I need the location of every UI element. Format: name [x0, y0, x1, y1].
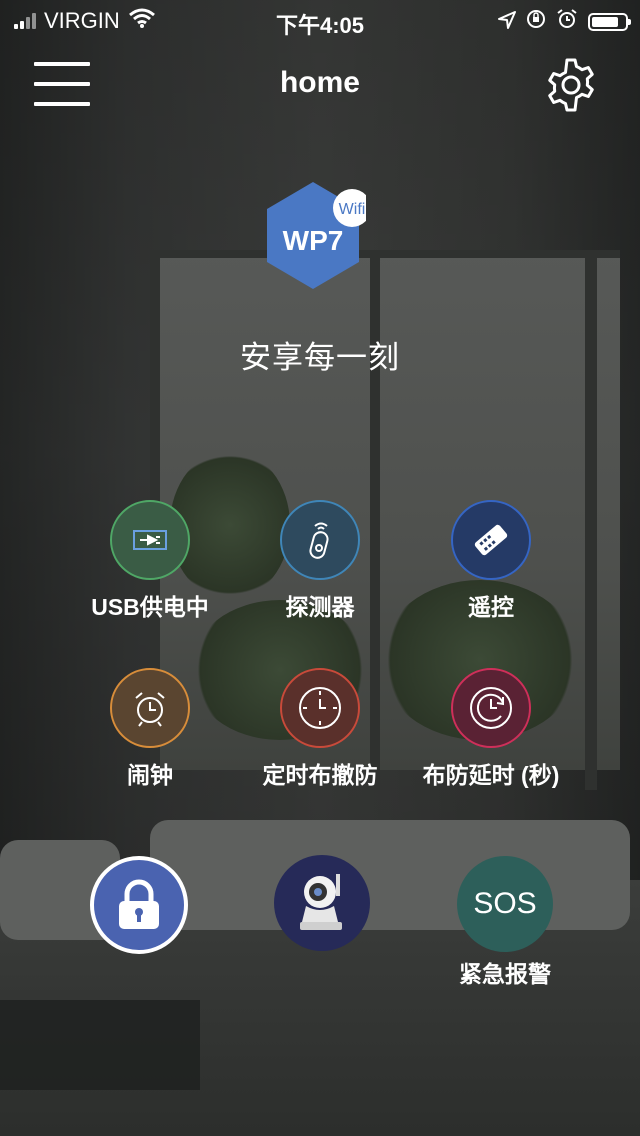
remote-control-button[interactable]: 遥控	[401, 500, 581, 622]
padlock-icon	[119, 879, 159, 929]
arm-delay-button[interactable]: 布防延时 (秒)	[401, 668, 581, 790]
location-icon	[498, 9, 516, 35]
feature-label: 定时布撤防	[262, 762, 378, 788]
tagline: 安享每一刻	[240, 340, 400, 375]
usb-power-button[interactable]: USB供电中	[60, 500, 240, 622]
detector-button[interactable]: 探测器	[230, 500, 410, 622]
sos-text: SOS	[473, 887, 537, 920]
feature-label: 闹钟	[127, 762, 173, 788]
gear-icon[interactable]	[542, 56, 600, 114]
remote-control-icon	[451, 500, 531, 580]
security-camera-icon	[300, 874, 342, 930]
sos-label: 紧急报警	[459, 961, 551, 987]
sos-button[interactable]: SOS	[457, 856, 553, 952]
feature-label: USB供电中	[91, 594, 209, 620]
feature-label: 布防延时 (秒)	[422, 762, 560, 788]
scheduled-arm-button[interactable]: 定时布撤防	[230, 668, 410, 790]
detector-remote-icon	[280, 500, 360, 580]
wp7-wifi-logo: WP7 Wifi	[266, 182, 371, 292]
timer-clock-icon	[280, 668, 360, 748]
battery-icon	[588, 13, 631, 31]
alarm-clock-icon	[110, 668, 190, 748]
camera-button[interactable]	[274, 855, 370, 951]
delay-clock-icon	[451, 668, 531, 748]
alarm-clock-button[interactable]: 闹钟	[60, 668, 240, 790]
alarm-icon	[556, 8, 578, 36]
logo-badge: Wifi	[339, 201, 366, 218]
status-bar: VIRGIN 下午4:05	[0, 0, 640, 40]
feature-label: 遥控	[468, 594, 514, 620]
usb-power-icon	[110, 500, 190, 580]
logo-text: WP7	[283, 225, 344, 256]
rotation-lock-icon	[526, 9, 546, 35]
lock-button[interactable]	[90, 856, 188, 954]
feature-label: 探测器	[285, 594, 355, 620]
